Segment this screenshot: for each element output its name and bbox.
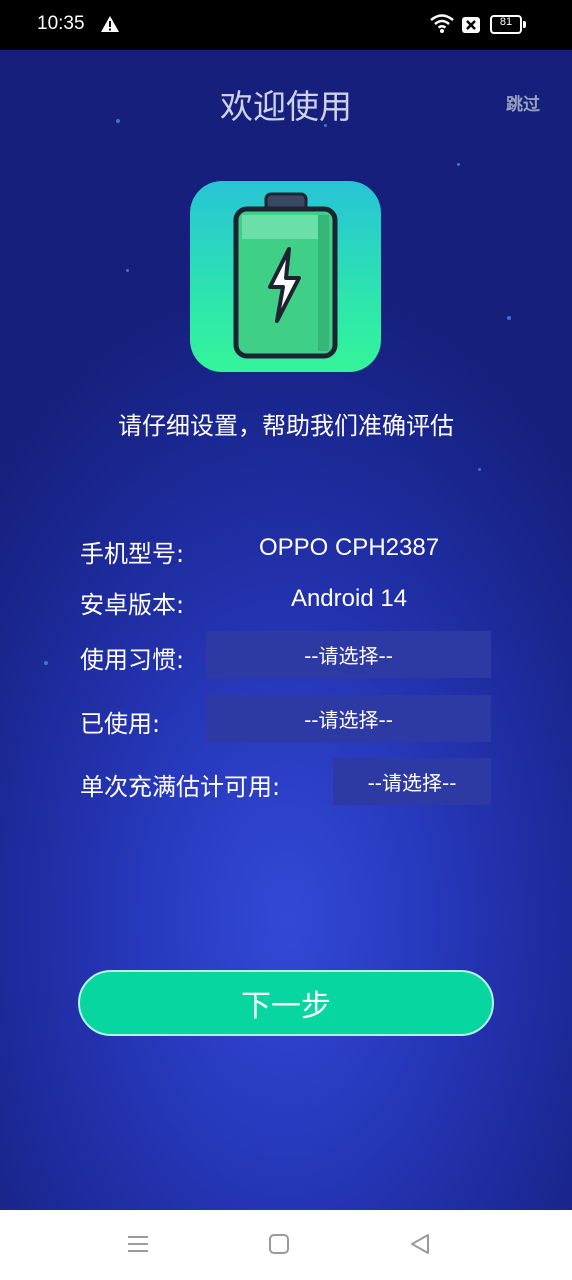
phone-model-label: 手机型号: bbox=[80, 540, 185, 568]
subtitle: 请仔细设置，帮助我们准确评估 bbox=[118, 412, 454, 440]
navigation-bar bbox=[0, 1210, 572, 1280]
usage-habit-label: 使用习惯: bbox=[80, 646, 185, 674]
used-duration-label: 已使用: bbox=[80, 710, 161, 738]
next-button[interactable]: 下一步 bbox=[78, 970, 494, 1036]
app-logo bbox=[190, 181, 381, 372]
status-time: 10:35 bbox=[37, 13, 85, 34]
battery-bolt-icon bbox=[233, 192, 338, 359]
battery-icon: 81 bbox=[490, 15, 526, 34]
skip-button[interactable]: 跳过 bbox=[506, 90, 540, 115]
menu-icon[interactable] bbox=[126, 1232, 150, 1256]
android-version-value: Android 14 bbox=[290, 585, 408, 612]
welcome-screen: 欢迎使用 跳过 请仔细设置，帮助我们准确评估 手机型号: OPPO CPH238… bbox=[0, 50, 572, 1210]
usage-habit-select[interactable]: --请选择-- bbox=[206, 631, 491, 678]
wifi-icon bbox=[430, 14, 454, 33]
no-sim-icon bbox=[462, 17, 480, 33]
warning-icon bbox=[101, 16, 119, 32]
android-version-label: 安卓版本: bbox=[80, 591, 185, 619]
used-duration-select[interactable]: --请选择-- bbox=[206, 695, 491, 742]
status-bar: 10:35 81 bbox=[0, 0, 572, 50]
page-title: 欢迎使用 bbox=[220, 87, 352, 126]
full-charge-select[interactable]: --请选择-- bbox=[333, 758, 491, 805]
full-charge-label: 单次充满估计可用: bbox=[80, 773, 281, 801]
back-icon[interactable] bbox=[408, 1232, 432, 1256]
phone-model-value: OPPO CPH2387 bbox=[258, 534, 440, 561]
battery-level: 81 bbox=[499, 16, 513, 28]
home-icon[interactable] bbox=[267, 1232, 291, 1256]
